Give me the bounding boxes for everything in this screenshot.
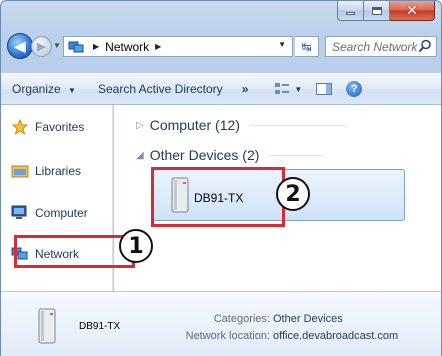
group-header-other-devices[interactable]: ◢ Other Devices (2) — [136, 147, 324, 163]
expand-arrow-icon[interactable]: ▷ — [136, 120, 144, 131]
collapse-arrow-icon[interactable]: ◢ — [136, 150, 144, 161]
group-header-computer[interactable]: ▷ Computer (12) — [136, 117, 346, 133]
address-bar[interactable]: ▶ Network ▶ ▼ — [63, 36, 293, 57]
group-divider — [249, 124, 346, 126]
close-button[interactable]: ✕ — [390, 1, 435, 21]
maximize-icon — [371, 6, 382, 15]
search-placeholder: Search Network — [332, 39, 418, 54]
callout-box-network — [14, 235, 135, 268]
search-active-directory-button[interactable]: Search Active Directory — [87, 82, 234, 96]
views-icon — [275, 83, 290, 94]
chevron-down-icon: ▼ — [294, 84, 303, 94]
callout-badge-1: 1 — [119, 229, 153, 263]
details-categories-value: Other Devices — [273, 313, 343, 325]
details-device-name: DB91-TX — [79, 321, 121, 332]
sidebar-item-label: Favorites — [35, 120, 85, 134]
refresh-icon: ↹ — [301, 39, 312, 54]
libraries-icon — [11, 163, 29, 179]
network-icon — [68, 41, 84, 52]
breadcrumb-separator-icon[interactable]: ▶ — [93, 42, 99, 51]
search-input[interactable]: Search Network — [325, 36, 437, 57]
callout-box-device — [151, 167, 285, 227]
details-categories-label: Categories: — [213, 313, 270, 325]
sidebar-item-computer[interactable]: Computer — [11, 205, 88, 221]
group-label: Other Devices (2) — [149, 147, 260, 163]
star-icon — [11, 119, 29, 135]
sidebar-item-libraries[interactable]: Libraries — [11, 163, 81, 179]
refresh-button[interactable]: ↹ — [295, 36, 319, 57]
sidebar-item-label: Computer — [35, 206, 88, 220]
callout-badge-2: 2 — [276, 177, 310, 211]
organize-label: Organize — [12, 82, 61, 96]
chevron-down-icon: ▼ — [68, 86, 76, 95]
help-icon[interactable]: ? — [346, 81, 363, 97]
back-button[interactable]: ◀ — [7, 33, 33, 59]
details-location-value: office.devabroadcast.com — [273, 330, 399, 342]
more-commands-button[interactable]: » — [234, 82, 261, 96]
maximize-button[interactable] — [364, 1, 390, 21]
close-icon: ✕ — [406, 2, 418, 19]
preview-pane-button[interactable] — [316, 83, 333, 95]
address-dropdown-icon[interactable]: ▼ — [278, 40, 286, 49]
breadcrumb-network[interactable]: Network — [105, 40, 149, 54]
command-bar: Organize ▼ Search Active Directory » ▼ ? — [1, 73, 441, 105]
computer-icon — [11, 205, 29, 221]
minimize-button[interactable] — [337, 1, 364, 21]
caption-buttons: ✕ — [337, 1, 435, 21]
recent-pages-dropdown[interactable]: ▼ — [53, 41, 61, 50]
organize-menu[interactable]: Organize ▼ — [1, 82, 87, 96]
group-divider — [269, 154, 324, 156]
breadcrumb-separator-icon[interactable]: ▶ — [155, 42, 161, 51]
sidebar-item-label: Libraries — [35, 164, 82, 178]
details-location-label: Network location: — [185, 330, 270, 342]
views-button[interactable]: ▼ — [274, 82, 302, 96]
explorer-window: ✕ ◀ ▶ ▼ ▶ Network ▶ ▼ ↹ Search Network O… — [0, 0, 442, 356]
back-arrow-icon: ◀ — [14, 37, 26, 54]
navigation-bar: ◀ ▶ ▼ ▶ Network ▶ ▼ ↹ Search Network — [7, 33, 437, 59]
forward-button[interactable]: ▶ — [31, 36, 52, 57]
details-pane: DB91-TX Categories: Other Devices Networ… — [1, 291, 441, 356]
minimize-icon — [346, 12, 355, 15]
search-icon[interactable] — [418, 39, 432, 53]
sidebar-item-favorites[interactable]: Favorites — [11, 119, 84, 135]
group-label: Computer (12) — [149, 117, 240, 133]
device-icon — [38, 308, 56, 344]
forward-arrow-icon: ▶ — [37, 41, 46, 53]
